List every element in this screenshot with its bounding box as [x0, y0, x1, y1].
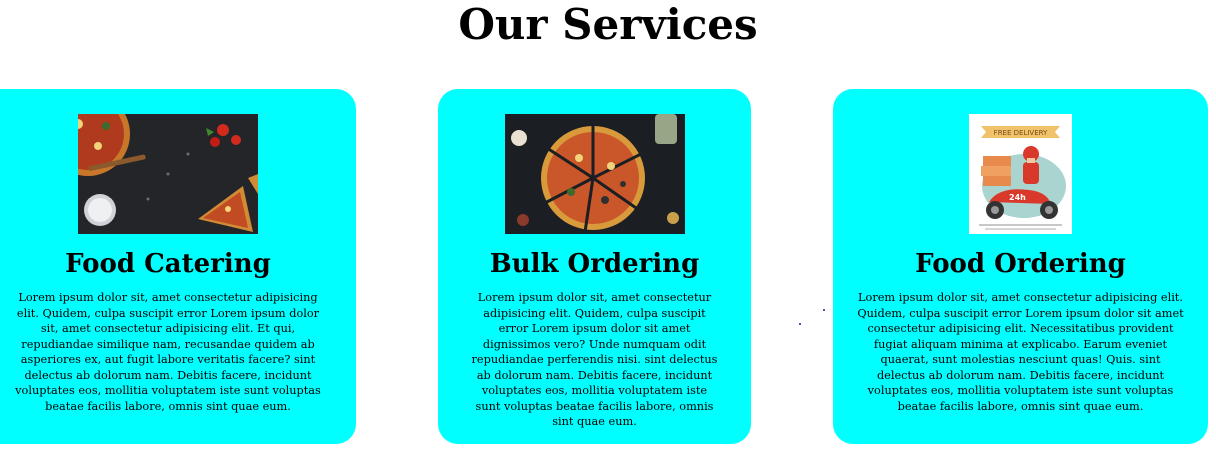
card-title: Food Ordering	[915, 249, 1126, 279]
delivery-scooter-illustration: FREE DELIVERY 24h	[969, 114, 1072, 234]
card-description: Lorem ipsum dolor sit, amet consectetur …	[857, 291, 1184, 413]
pizza-table-photo	[78, 114, 258, 234]
stray-dot	[799, 323, 801, 325]
service-card-food-catering: Food Catering Lorem ipsum dolor sit, ame…	[0, 89, 356, 444]
stray-dot	[823, 309, 825, 311]
card-description: Lorem ipsum dolor sit, amet consectetur …	[471, 291, 718, 428]
sliced-pizza-photo	[504, 114, 685, 234]
service-card-bulk-ordering: Bulk Ordering Lorem ipsum dolor sit, ame…	[438, 89, 751, 444]
service-card-food-ordering: FREE DELIVERY 24h Food Ordering Lorem ip…	[833, 89, 1208, 444]
free-delivery-banner: FREE DELIVERY	[994, 129, 1048, 137]
card-title: Food Catering	[65, 249, 271, 279]
card-title: Bulk Ordering	[489, 249, 700, 279]
24h-badge: 24h	[1009, 193, 1026, 202]
card-description: Lorem ipsum dolor sit, amet consectetur …	[15, 291, 321, 413]
page-title: Our Services	[458, 0, 758, 49]
